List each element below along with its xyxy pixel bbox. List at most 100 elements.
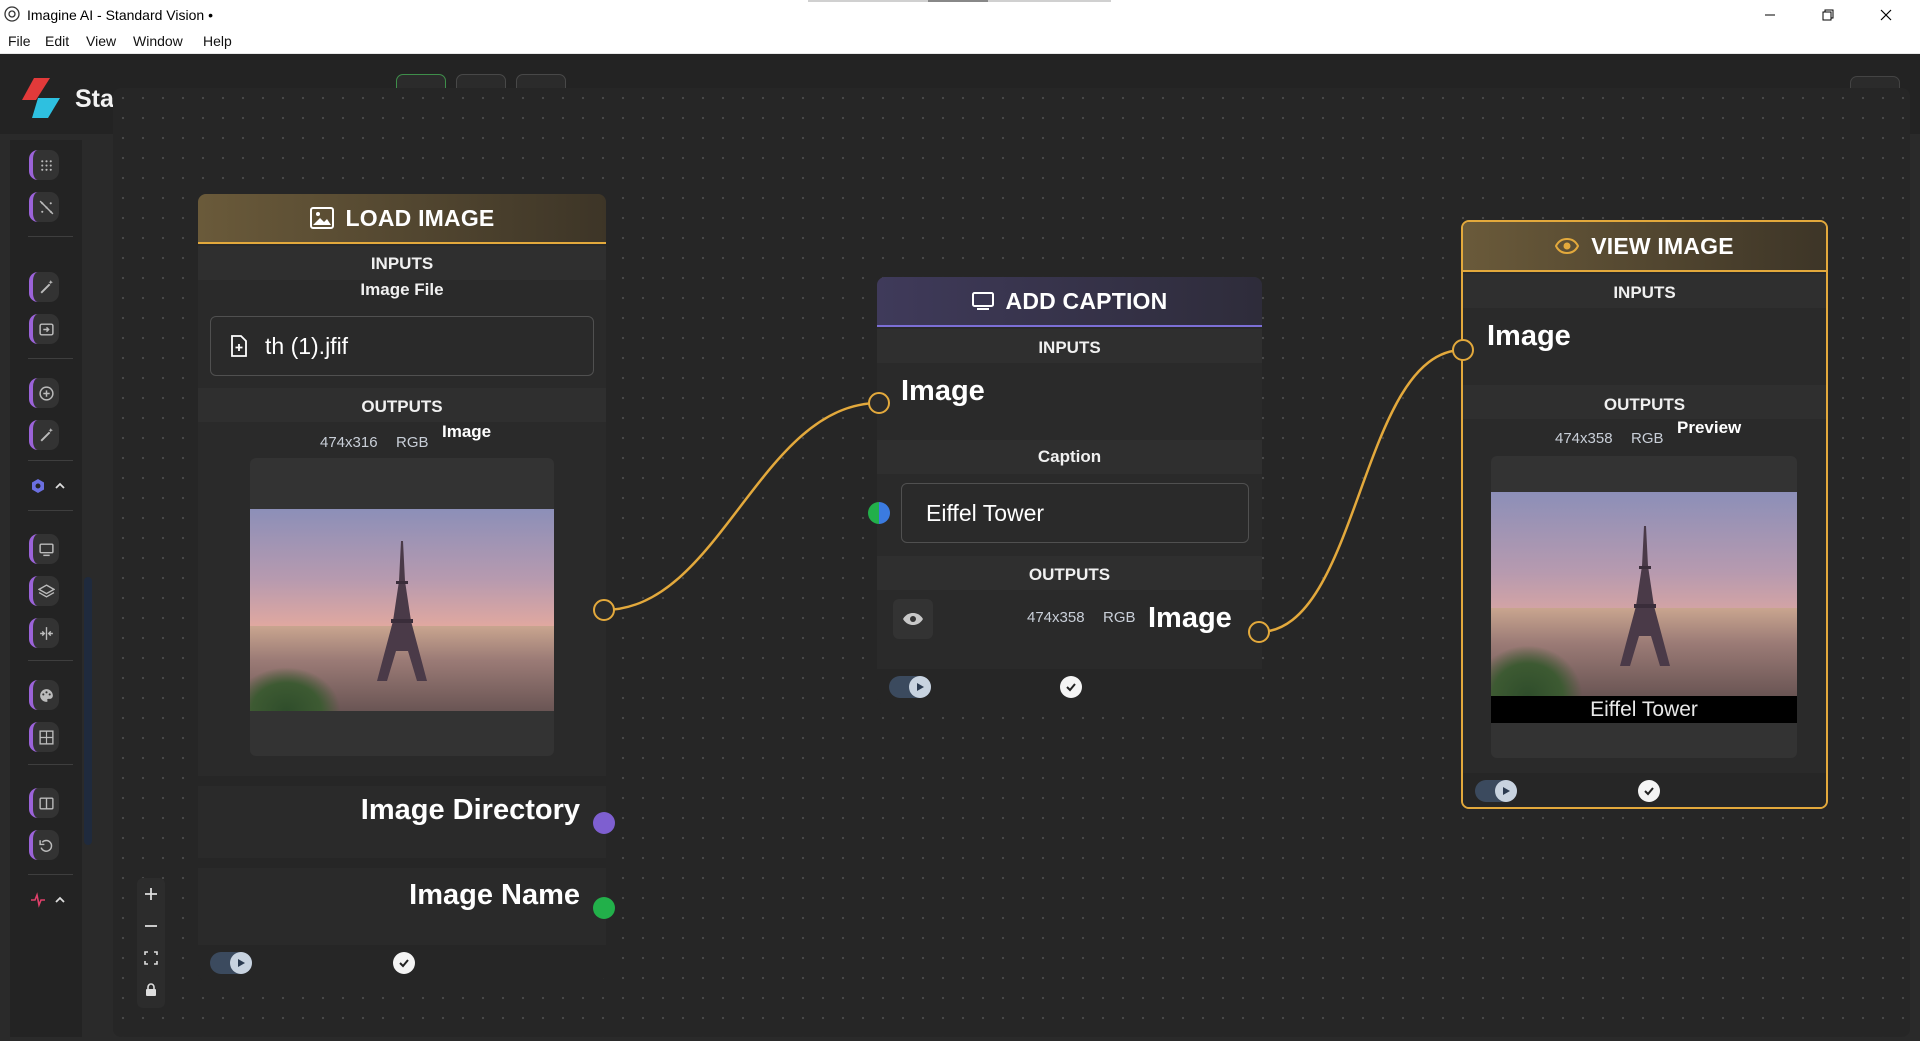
image-input-label: Image — [1487, 320, 1571, 352]
sidebar-group-toggle[interactable] — [30, 476, 70, 496]
output-port-directory[interactable] — [593, 812, 615, 834]
tool-add[interactable] — [29, 378, 59, 408]
sidebar-divider — [28, 764, 73, 765]
mode-badge: RGB — [1631, 430, 1664, 447]
restore-button[interactable] — [1799, 0, 1857, 29]
output-port-image[interactable] — [1248, 621, 1270, 643]
sidebar-divider — [28, 874, 73, 875]
node-add-caption[interactable]: ADD CAPTION INPUTS Image Caption Eiffel … — [877, 277, 1262, 705]
output-port-name[interactable] — [593, 897, 615, 919]
node-load-image[interactable]: LOAD IMAGE INPUTS Image File th (1).jfif… — [198, 194, 606, 981]
tool-crop[interactable] — [29, 722, 59, 752]
plus-icon — [145, 888, 157, 900]
node-title: LOAD IMAGE — [345, 204, 495, 231]
status-check — [393, 952, 415, 974]
checkmark-icon — [1644, 787, 1654, 796]
preview-label: Preview — [1677, 418, 1742, 437]
eiffel-tower-graphic — [1620, 526, 1670, 666]
image-file-input[interactable]: th (1).jfif — [210, 316, 594, 376]
dims-badge: 474x358 — [1027, 609, 1085, 626]
tool-grid[interactable] — [29, 150, 59, 180]
mode-badge: RGB — [1103, 609, 1136, 626]
sidebar-scrollbar[interactable] — [84, 577, 92, 845]
sidebar-divider — [28, 358, 73, 359]
image-icon — [309, 207, 334, 229]
eiffel-tower-graphic — [377, 541, 427, 681]
tool-palette[interactable] — [29, 680, 59, 710]
outputs-label: OUTPUTS — [361, 397, 443, 416]
auto-run-toggle[interactable] — [1475, 780, 1517, 802]
fit-view-button[interactable] — [137, 944, 165, 972]
input-port-image[interactable] — [1452, 339, 1474, 361]
node-title: ADD CAPTION — [1005, 287, 1168, 314]
node-header[interactable]: VIEW IMAGE — [1463, 222, 1826, 272]
restore-icon — [1822, 9, 1834, 20]
sidebar-divider — [28, 510, 73, 511]
divider — [198, 858, 606, 868]
play-icon — [917, 683, 924, 691]
inputs-label: INPUTS — [1038, 338, 1101, 357]
image-output-label: Image — [442, 422, 492, 441]
split-icon — [39, 626, 53, 640]
input-port-image[interactable] — [868, 392, 890, 414]
tool-display[interactable] — [29, 534, 59, 564]
node-header[interactable]: ADD CAPTION — [877, 277, 1262, 327]
lock-icon — [146, 983, 156, 996]
tool-rotate[interactable] — [29, 830, 59, 860]
tool-split[interactable] — [29, 618, 59, 648]
menu-edit[interactable]: Edit — [45, 33, 69, 49]
palette-icon — [39, 688, 53, 702]
caption-label: Caption — [1037, 447, 1102, 466]
tool-grid-off[interactable] — [29, 192, 59, 222]
sidebar-divider — [28, 660, 73, 661]
eye-icon — [903, 613, 923, 625]
tool-magic-2[interactable] — [29, 420, 59, 450]
zoom-in-button[interactable] — [137, 880, 165, 908]
auto-run-toggle[interactable] — [889, 676, 931, 698]
caption-value: Eiffel Tower — [926, 499, 1045, 526]
sidebar-group-toggle-2[interactable] — [30, 890, 70, 910]
file-name: th (1).jfif — [265, 332, 349, 359]
divider — [198, 776, 606, 786]
dims-badge: 474x316 — [320, 434, 378, 451]
node-footer — [198, 945, 606, 981]
menu-window[interactable]: Window — [133, 33, 183, 49]
rotate-icon — [38, 839, 52, 852]
node-view-image[interactable]: VIEW IMAGE INPUTS Image OUTPUTS 474x358 … — [1461, 220, 1828, 809]
menu-view[interactable]: View — [86, 33, 116, 49]
output-port-image[interactable] — [593, 599, 615, 621]
minus-icon — [145, 925, 157, 927]
outputs-label: OUTPUTS — [1028, 565, 1111, 584]
menu-file[interactable]: File — [8, 33, 31, 49]
node-header[interactable]: LOAD IMAGE — [198, 194, 606, 244]
inputs-label: INPUTS — [370, 254, 434, 273]
tool-input[interactable] — [29, 314, 59, 344]
magic-wand-icon — [40, 279, 53, 293]
image-preview — [250, 509, 554, 711]
menu-bar: File Edit View Window Help — [0, 29, 1920, 54]
caption-input[interactable]: Eiffel Tower — [901, 483, 1249, 543]
tool-compare[interactable] — [29, 788, 59, 818]
image-preview: Eiffel Tower — [1491, 492, 1797, 723]
status-check — [1060, 676, 1082, 698]
minimize-button[interactable] — [1741, 0, 1799, 29]
input-port-caption[interactable] — [868, 502, 890, 524]
node-footer — [877, 669, 1262, 705]
preview-caption: Eiffel Tower — [1491, 696, 1797, 723]
input-icon — [38, 322, 54, 336]
close-button[interactable] — [1857, 0, 1915, 29]
image-input-label: Image — [901, 375, 985, 407]
fit-screen-icon — [144, 951, 158, 965]
checkmark-icon — [399, 959, 409, 968]
chevron-up-icon — [55, 896, 65, 903]
preview-toggle-button[interactable] — [893, 599, 933, 639]
image-directory-label: Image Directory — [360, 794, 580, 826]
tool-magic[interactable] — [29, 272, 59, 302]
auto-run-toggle[interactable] — [210, 952, 252, 974]
tool-layers[interactable] — [29, 576, 59, 606]
lock-button[interactable] — [137, 976, 165, 1004]
zoom-out-button[interactable] — [137, 912, 165, 940]
zoom-controls — [137, 878, 165, 1008]
menu-help[interactable]: Help — [203, 33, 232, 49]
hexagon-icon — [32, 479, 44, 493]
